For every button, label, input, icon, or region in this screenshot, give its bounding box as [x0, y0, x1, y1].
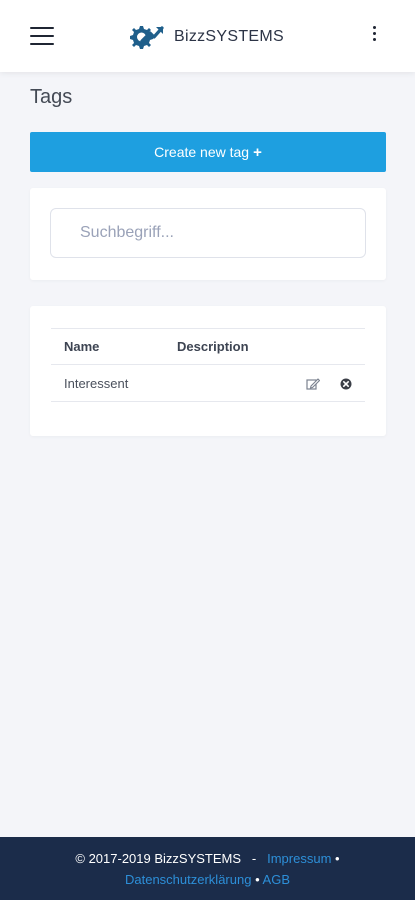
tag-name-cell: Interessent [51, 364, 164, 402]
hamburger-menu-icon[interactable] [30, 27, 54, 47]
delete-icon[interactable] [340, 378, 352, 390]
bizzsystems-logo-icon [130, 26, 164, 49]
search-input[interactable] [50, 208, 366, 258]
column-header-name[interactable]: Name [51, 328, 164, 365]
brand[interactable]: BizzSYSTEMS [128, 22, 284, 52]
footer-bullet: • [335, 851, 340, 866]
brand-name: BizzSYSTEMS [174, 28, 284, 45]
impressum-link[interactable]: Impressum [267, 851, 331, 866]
top-app-bar: BizzSYSTEMS [0, 0, 415, 72]
agb-link[interactable]: AGB [263, 872, 290, 887]
plus-icon: + [253, 143, 262, 161]
table-row: Interessent [51, 364, 365, 402]
copyright-text: © 2017-2019 BizzSYSTEMS [75, 851, 242, 866]
column-header-actions [272, 328, 365, 365]
table-header-row: Name Description [51, 328, 365, 365]
create-button-label: Create new tag [154, 144, 250, 160]
tag-actions-cell [272, 364, 365, 402]
more-vertical-icon[interactable] [367, 26, 381, 46]
column-header-description[interactable]: Description [164, 328, 273, 365]
footer-bullet: • [255, 872, 260, 887]
footer-separator: - [251, 851, 257, 866]
footer: © 2017-2019 BizzSYSTEMS - Impressum • Da… [0, 837, 415, 900]
page-title: Tags [30, 86, 73, 108]
tags-table-card: Name Description Interessent [30, 306, 386, 436]
search-card [30, 188, 386, 280]
edit-icon[interactable] [306, 378, 321, 390]
tag-description-cell [164, 364, 273, 402]
datenschutz-link[interactable]: Datenschutzerklärung [125, 872, 251, 887]
tags-table: Name Description Interessent [51, 328, 365, 402]
create-new-tag-button[interactable]: Create new tag + [30, 132, 386, 172]
